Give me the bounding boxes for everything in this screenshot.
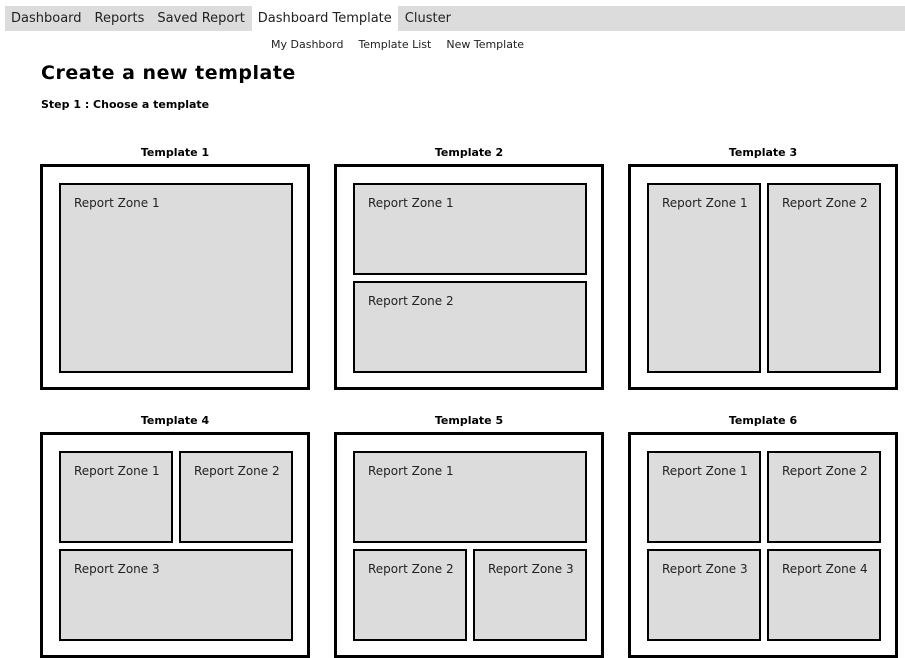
tab-cluster[interactable]: Cluster: [399, 6, 458, 31]
template-6-zone-2: Report Zone 2: [767, 451, 881, 543]
zone-label: Report Zone 3: [74, 562, 160, 576]
template-4-zone-1: Report Zone 1: [59, 451, 173, 543]
page-title: Create a new template: [41, 62, 296, 84]
zone-label: Report Zone 2: [368, 294, 454, 308]
tab-saved-report[interactable]: Saved Report: [151, 6, 252, 31]
tab-dashboard[interactable]: Dashboard: [5, 6, 89, 31]
template-4-label: Template 4: [140, 414, 210, 427]
zone-label: Report Zone 2: [782, 464, 868, 478]
new-template-link[interactable]: New Template: [446, 38, 524, 51]
template-5-zone-3: Report Zone 3: [473, 549, 587, 641]
zone-label: Report Zone 2: [782, 196, 868, 210]
zone-label: Report Zone 1: [74, 464, 160, 478]
template-6-option[interactable]: Report Zone 1 Report Zone 2 Report Zone …: [628, 432, 898, 658]
zone-label: Report Zone 2: [368, 562, 454, 576]
tab-dashboard-template[interactable]: Dashboard Template: [251, 6, 399, 31]
zone-label: Report Zone 1: [662, 196, 748, 210]
my-dashboard-link[interactable]: My Dashbord: [271, 38, 343, 51]
template-3-zone-2: Report Zone 2: [767, 183, 881, 373]
zone-label: Report Zone 4: [782, 562, 868, 576]
zone-label: Report Zone 1: [662, 464, 748, 478]
top-navigation: Dashboard Reports Saved Report Dashboard…: [5, 6, 905, 31]
template-5-label: Template 5: [434, 414, 504, 427]
template-4-zone-2: Report Zone 2: [179, 451, 293, 543]
template-3-zone-1: Report Zone 1: [647, 183, 761, 373]
template-2-option[interactable]: Report Zone 1 Report Zone 2: [334, 164, 604, 390]
template-6-zone-3: Report Zone 3: [647, 549, 761, 641]
template-1-zone-1: Report Zone 1: [59, 183, 293, 373]
sub-navigation: My Dashbord Template List New Template: [271, 38, 524, 51]
template-2-label: Template 2: [434, 146, 504, 159]
zone-label: Report Zone 3: [662, 562, 748, 576]
template-1-option[interactable]: Report Zone 1: [40, 164, 310, 390]
template-6-zone-4: Report Zone 4: [767, 549, 881, 641]
template-6-zone-1: Report Zone 1: [647, 451, 761, 543]
zone-label: Report Zone 3: [488, 562, 574, 576]
tab-reports[interactable]: Reports: [89, 6, 152, 31]
template-3-option[interactable]: Report Zone 1 Report Zone 2: [628, 164, 898, 390]
template-5-option[interactable]: Report Zone 1 Report Zone 2 Report Zone …: [334, 432, 604, 658]
template-4-zone-3: Report Zone 3: [59, 549, 293, 641]
template-2-zone-2: Report Zone 2: [353, 281, 587, 373]
template-4-option[interactable]: Report Zone 1 Report Zone 2 Report Zone …: [40, 432, 310, 658]
template-5-zone-1: Report Zone 1: [353, 451, 587, 543]
template-6-label: Template 6: [728, 414, 798, 427]
zone-label: Report Zone 1: [368, 464, 454, 478]
zone-label: Report Zone 2: [194, 464, 280, 478]
zone-label: Report Zone 1: [74, 196, 160, 210]
template-3-label: Template 3: [728, 146, 798, 159]
template-list-link[interactable]: Template List: [358, 38, 431, 51]
template-5-zone-2: Report Zone 2: [353, 549, 467, 641]
template-2-zone-1: Report Zone 1: [353, 183, 587, 275]
template-1-label: Template 1: [140, 146, 210, 159]
step-label: Step 1 : Choose a template: [41, 98, 210, 111]
zone-label: Report Zone 1: [368, 196, 454, 210]
